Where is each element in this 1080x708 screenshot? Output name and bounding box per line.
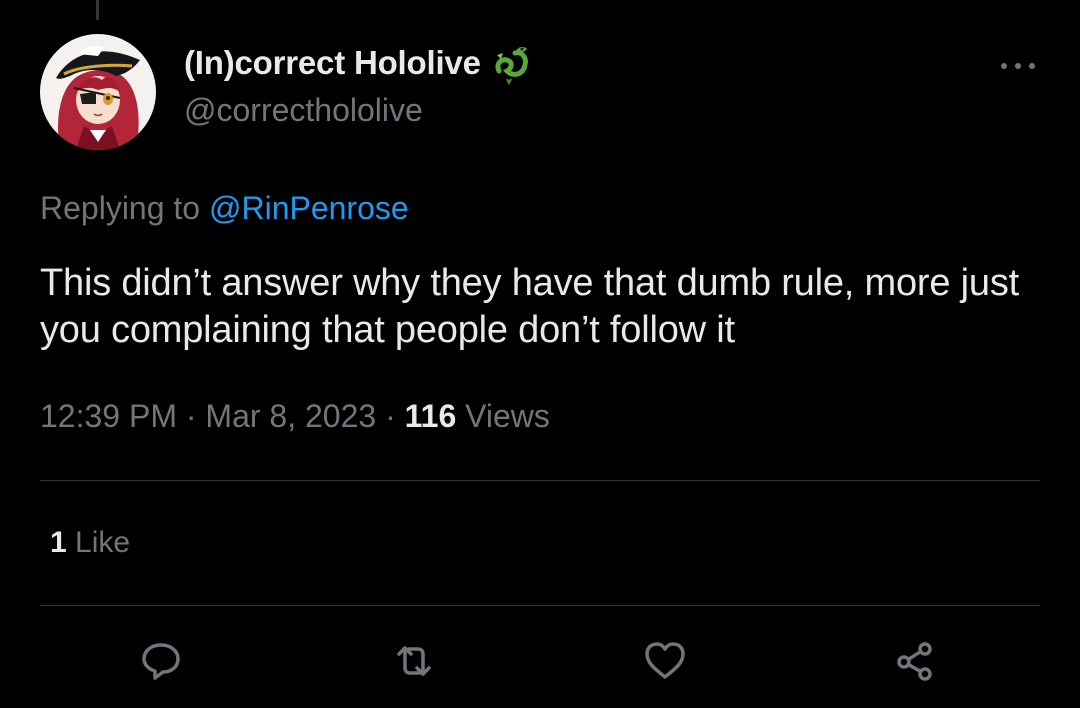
- thread-connector-line: [96, 0, 99, 20]
- divider-bottom: [40, 605, 1040, 606]
- display-name-row: (In)correct Hololive: [184, 38, 533, 88]
- tweet-date[interactable]: Mar 8, 2023: [205, 398, 376, 434]
- replying-to-line: Replying to @RinPenrose: [40, 186, 409, 230]
- share-icon: [897, 642, 932, 681]
- display-name[interactable]: (In)correct Hololive: [184, 44, 481, 82]
- likes-count: 1: [50, 526, 67, 559]
- reply-button[interactable]: [136, 636, 186, 686]
- likes-summary[interactable]: 1 Like: [50, 522, 130, 564]
- like-button[interactable]: [640, 636, 690, 686]
- divider-top: [40, 480, 1040, 481]
- tweet-time[interactable]: 12:39 PM: [40, 398, 177, 434]
- retweet-button[interactable]: [389, 636, 439, 686]
- replying-to-label: Replying to: [40, 190, 209, 226]
- tweet-metadata: 12:39 PM · Mar 8, 2023 · 116 Views: [40, 394, 550, 438]
- views-count: 116: [404, 398, 457, 434]
- likes-label: Like: [75, 526, 131, 559]
- meta-separator: ·: [385, 398, 396, 434]
- retweet-icon: [397, 646, 431, 676]
- meta-separator: ·: [185, 398, 197, 434]
- tweet-text: This didn’t answer why they have that du…: [40, 262, 1019, 351]
- author-block: (In)correct Hololive @correcthololive: [184, 38, 533, 132]
- dragon-emoji-icon: [489, 41, 533, 86]
- views-label: Views: [465, 398, 550, 434]
- ellipsis-icon: [1001, 63, 1035, 69]
- speech-bubble-icon: [142, 643, 180, 680]
- author-handle[interactable]: @correcthololive: [184, 88, 533, 132]
- share-button[interactable]: [890, 636, 940, 686]
- avatar-image: [40, 34, 156, 150]
- more-options-button[interactable]: [994, 52, 1042, 80]
- action-bar: [0, 636, 1080, 686]
- author-avatar[interactable]: [40, 34, 156, 150]
- heart-icon: [645, 642, 685, 679]
- reply-mention-link[interactable]: @RinPenrose: [209, 190, 409, 226]
